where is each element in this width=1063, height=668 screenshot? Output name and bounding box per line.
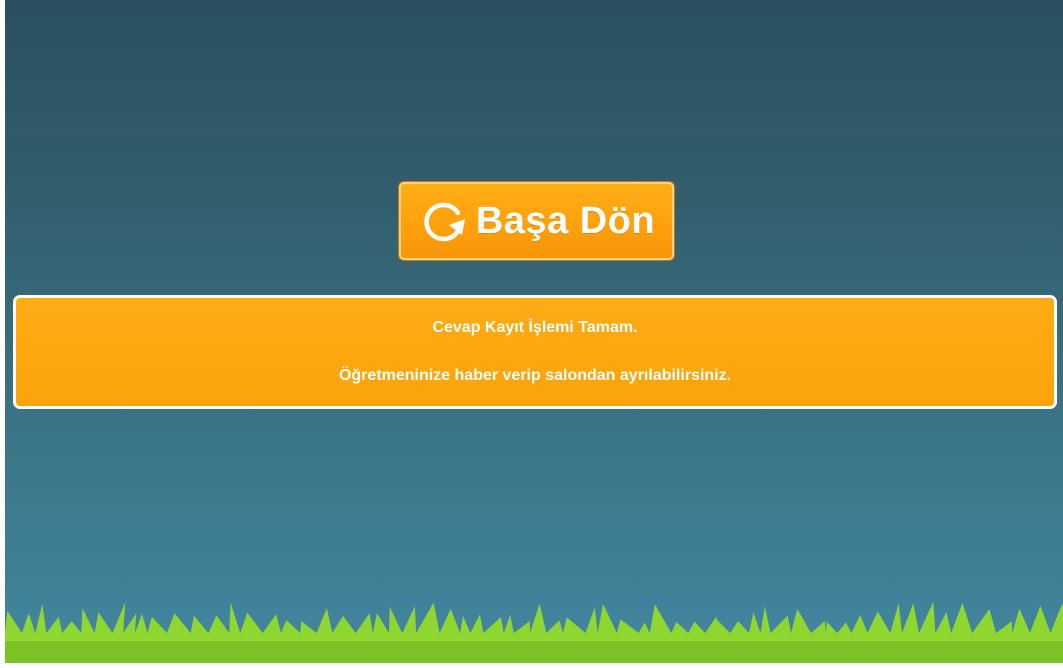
restart-button[interactable]: Başa Dön [399,182,674,260]
grass-decoration [5,601,1063,663]
message-line-saved: Cevap Kayıt İşlemi Tamam. [432,319,638,336]
message-line-instruction: Öğretmeninize haber verip salondan ayrıl… [338,367,732,384]
refresh-icon [418,199,468,243]
app-screen: Başa Dön Cevap Kayıt İşlemi Tamam. Öğret… [0,0,1063,668]
stage-background: Başa Dön Cevap Kayıt İşlemi Tamam. Öğret… [5,0,1063,663]
restart-button-label: Başa Dön [475,199,656,242]
completion-message-box: Cevap Kayıt İşlemi Tamam. Öğretmeninize … [13,295,1057,409]
